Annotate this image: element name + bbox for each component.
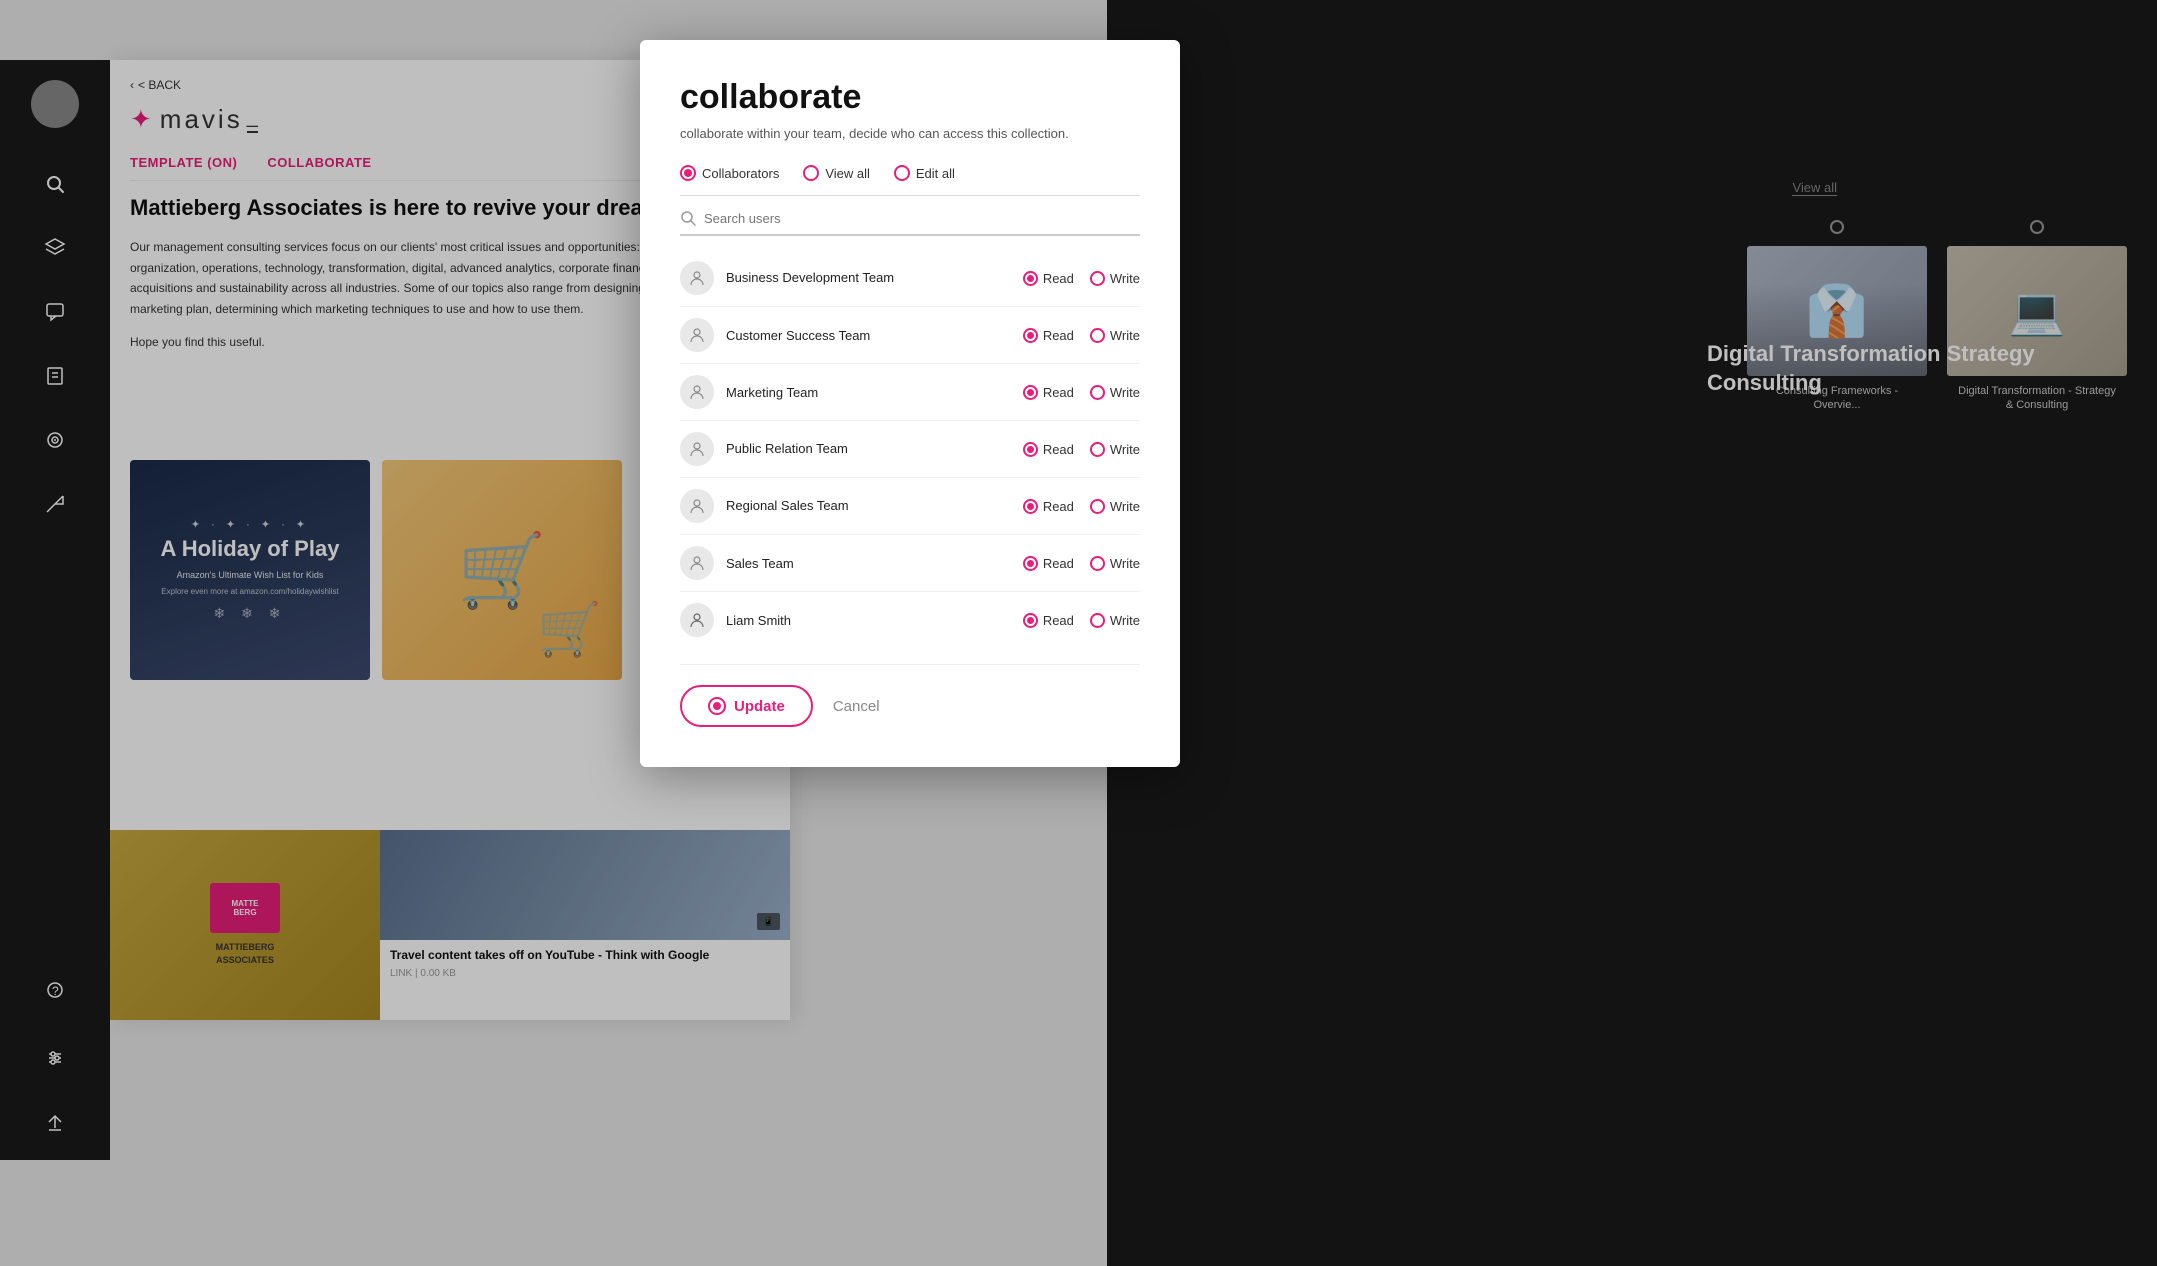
user-name-mt: Marketing Team (726, 385, 1011, 400)
user-name-prt: Public Relation Team (726, 441, 1011, 458)
user-avatar-mt (680, 375, 714, 409)
user-row-ls: Liam Smith Read Write (680, 592, 1140, 648)
modal-actions: Update Cancel (680, 685, 1140, 727)
user-avatar-ls (680, 603, 714, 637)
user-perms-cst: Read Write (1023, 328, 1140, 343)
update-button[interactable]: Update (680, 685, 813, 727)
modal-title: collaborate (680, 78, 1140, 117)
update-button-icon (708, 697, 726, 715)
read-option-st[interactable]: Read (1023, 556, 1074, 571)
user-perms-bdt: Read Write (1023, 271, 1140, 286)
write-option-rst[interactable]: Write (1090, 499, 1140, 514)
write-option-mt[interactable]: Write (1090, 385, 1140, 400)
modal-subtitle: collaborate within your team, decide who… (680, 125, 1140, 143)
user-avatar-cst (680, 318, 714, 352)
read-option-ls[interactable]: Read (1023, 613, 1074, 628)
cancel-button[interactable]: Cancel (833, 698, 880, 715)
search-bar (680, 210, 1140, 236)
user-perms-ls: Read Write (1023, 613, 1140, 628)
collaborators-label: Collaborators (702, 166, 779, 181)
user-name-rst: Regional Sales Team (726, 498, 1011, 515)
user-row-prt: Public Relation Team Read Write (680, 421, 1140, 478)
read-option-mt[interactable]: Read (1023, 385, 1074, 400)
tab-collaborators[interactable]: Collaborators (680, 165, 779, 181)
write-option-ls[interactable]: Write (1090, 613, 1140, 628)
user-row-rst: Regional Sales Team Read Write (680, 478, 1140, 535)
user-name-ls: Liam Smith (726, 613, 1011, 628)
user-avatar-st (680, 546, 714, 580)
user-avatar-prt (680, 432, 714, 466)
user-list: Business Development Team Read Write (680, 250, 1140, 648)
edit-all-label: Edit all (916, 166, 955, 181)
view-all-label: View all (825, 166, 870, 181)
read-option-prt[interactable]: Read (1023, 442, 1074, 457)
search-icon (680, 210, 696, 226)
write-option-st[interactable]: Write (1090, 556, 1140, 571)
modal-tabs: Collaborators View all Edit all (680, 165, 1140, 196)
view-all-radio (803, 165, 819, 181)
search-input[interactable] (704, 211, 1140, 226)
write-option-bdt[interactable]: Write (1090, 271, 1140, 286)
tab-view-all[interactable]: View all (803, 165, 870, 181)
tab-edit-all[interactable]: Edit all (894, 165, 955, 181)
read-option-cst[interactable]: Read (1023, 328, 1074, 343)
write-option-prt[interactable]: Write (1090, 442, 1140, 457)
user-perms-prt: Read Write (1023, 442, 1140, 457)
user-row-bdt: Business Development Team Read Write (680, 250, 1140, 307)
user-avatar-bdt (680, 261, 714, 295)
user-row-cst: Customer Success Team Read Write (680, 307, 1140, 364)
user-perms-st: Read Write (1023, 556, 1140, 571)
user-row-mt: Marketing Team Read Write (680, 364, 1140, 421)
user-name-bdt: Business Development Team (726, 270, 1011, 287)
collaborate-modal: collaborate collaborate within your team… (640, 40, 1180, 767)
user-row-st: Sales Team Read Write (680, 535, 1140, 592)
edit-all-radio (894, 165, 910, 181)
user-name-cst: Customer Success Team (726, 328, 1011, 343)
collaborators-radio (680, 165, 696, 181)
read-option-bdt[interactable]: Read (1023, 271, 1074, 286)
user-perms-mt: Read Write (1023, 385, 1140, 400)
user-name-st: Sales Team (726, 556, 1011, 571)
read-option-rst[interactable]: Read (1023, 499, 1074, 514)
write-option-cst[interactable]: Write (1090, 328, 1140, 343)
user-avatar-rst (680, 489, 714, 523)
user-perms-rst: Read Write (1023, 499, 1140, 514)
